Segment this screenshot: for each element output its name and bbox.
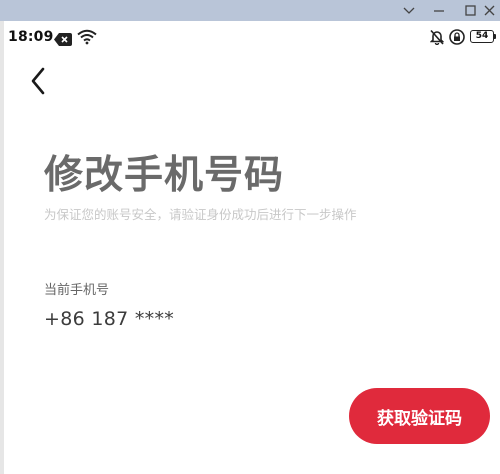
app-screen: 18:09 54 修改手机号码 为保证您的账号安全，请验证身份成功后进行下一步操… <box>0 0 500 474</box>
window-title-bar <box>0 0 500 21</box>
bell-off-icon <box>429 29 445 49</box>
current-phone-number: +86 187 **** <box>44 308 175 330</box>
lock-icon <box>449 29 465 49</box>
status-bar: 18:09 54 <box>4 21 500 53</box>
back-arrow-icon <box>31 67 45 95</box>
current-phone-label: 当前手机号 <box>44 283 110 298</box>
notification-x-icon <box>54 31 72 50</box>
back-button[interactable] <box>22 64 54 98</box>
get-verification-code-button[interactable]: 获取验证码 <box>349 388 490 444</box>
status-time: 18:09 <box>8 29 54 45</box>
battery-cap <box>494 34 496 39</box>
chevron-down-icon[interactable] <box>394 0 424 21</box>
close-icon[interactable] <box>478 0 500 21</box>
window-left-border <box>0 21 4 474</box>
wifi-icon <box>77 29 97 49</box>
battery-icon: 54 <box>470 30 494 43</box>
page-title: 修改手机号码 <box>44 153 285 198</box>
page-subtitle: 为保证您的账号安全，请验证身份成功后进行下一步操作 <box>44 207 357 222</box>
minimize-icon[interactable] <box>424 0 454 21</box>
